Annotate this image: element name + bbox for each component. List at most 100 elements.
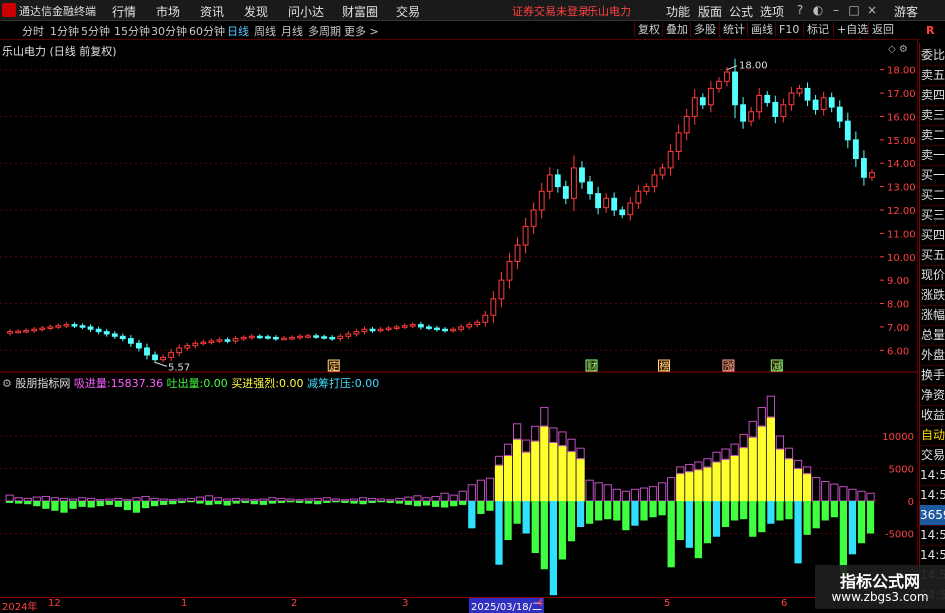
osc-out-bar — [259, 501, 267, 505]
menu-hangqing[interactable]: 行情 — [112, 3, 136, 20]
side-item-24[interactable]: 14:56 — [920, 525, 945, 546]
menu-banmian[interactable]: 版面 — [698, 3, 722, 20]
side-item-4[interactable]: 卖二 — [920, 125, 945, 146]
side-item-20[interactable]: 交易 — [920, 445, 945, 466]
side-item-6[interactable]: 买一 — [920, 165, 945, 186]
menu-jiaoyi[interactable]: 交易 — [396, 3, 420, 20]
period-weekly[interactable]: 周线 — [254, 23, 276, 39]
side-item-2[interactable]: 卖四 — [920, 85, 945, 106]
period-30min[interactable]: 30分钟 — [151, 23, 187, 39]
menu-wenxiaoda[interactable]: 问小达 — [288, 3, 324, 20]
osc-in-bar — [340, 499, 350, 502]
chart-settings-icon[interactable]: ◇ ⚙ — [888, 44, 908, 55]
candle-body — [168, 352, 175, 358]
side-item-13[interactable]: 涨幅 — [920, 305, 945, 326]
side-item-1[interactable]: 卖五 — [920, 65, 945, 86]
side-item-14[interactable]: 总量 — [920, 325, 945, 346]
side-item-19[interactable]: 自动 — [920, 425, 945, 446]
osc-in-bar — [712, 461, 721, 502]
side-item-11[interactable]: 现价 — [920, 265, 945, 286]
candle-body — [651, 174, 658, 188]
maximize-icon[interactable]: □ — [846, 2, 862, 18]
minimize-icon[interactable]: – — [828, 2, 844, 18]
tool-fanhui[interactable]: 返回 — [868, 22, 897, 37]
menu-xuanxiang[interactable]: 选项 — [760, 3, 784, 20]
time-tick: 3 — [402, 598, 409, 609]
side-item-22[interactable]: 14:56 — [920, 485, 945, 506]
price-tick-label: 14.00 — [887, 159, 916, 170]
candle-body — [780, 104, 787, 117]
osc-in-bar — [259, 498, 268, 502]
osc-out-bar — [314, 501, 322, 505]
guest-label[interactable]: 游客 — [894, 3, 918, 20]
menu-caifuquan[interactable]: 财富圈 — [342, 3, 378, 20]
price-tick-label: 17.00 — [887, 89, 916, 100]
side-item-0[interactable]: 委比 — [920, 45, 945, 66]
tool-fuquan[interactable]: 复权 — [634, 22, 663, 37]
menu-zixun[interactable]: 资讯 — [200, 3, 224, 20]
menu-gongshi[interactable]: 公式 — [729, 3, 753, 20]
help-icon[interactable]: ? — [792, 2, 808, 18]
tool-huaxian[interactable]: 画线 — [747, 22, 776, 37]
osc-out-bar — [703, 501, 712, 544]
side-item-8[interactable]: 买三 — [920, 205, 945, 226]
osc-in-outline — [558, 431, 567, 447]
osc-in-outline — [703, 458, 712, 468]
period-fenshi[interactable]: 分时 — [22, 23, 44, 39]
candle-body — [208, 340, 215, 343]
indicator-name[interactable]: 股朋指标网 — [15, 377, 70, 390]
period-15min[interactable]: 15分钟 — [114, 23, 150, 39]
osc-out-bar — [513, 501, 521, 524]
tool-biaoji[interactable]: 标记 — [803, 22, 832, 37]
candle-body — [579, 167, 585, 183]
menu-shichang[interactable]: 市场 — [156, 3, 180, 20]
tool-tongji[interactable]: 统计 — [719, 22, 748, 37]
period-daily[interactable]: 日线 — [227, 23, 249, 39]
candle-body — [329, 336, 336, 340]
osc-out-bar — [486, 501, 494, 511]
menu-gongneng[interactable]: 功能 — [666, 3, 690, 20]
period-5min[interactable]: 5分钟 — [81, 23, 110, 39]
side-item-21[interactable]: 14:56 — [920, 465, 945, 486]
side-item-18[interactable]: 收益 — [920, 405, 945, 426]
side-item-12[interactable]: 涨跌 — [920, 285, 945, 306]
period-more[interactable]: 更多 > — [344, 23, 379, 39]
osc-in-bar — [549, 442, 558, 502]
osc-in-bar — [14, 497, 23, 502]
menu-faxian[interactable]: 发现 — [244, 3, 268, 20]
osc-in-bar — [105, 498, 114, 502]
period-1min[interactable]: 1分钟 — [50, 23, 79, 39]
side-item-7[interactable]: 买二 — [920, 185, 945, 206]
close-icon[interactable]: × — [864, 2, 880, 18]
osc-in-bar — [413, 495, 422, 502]
side-item-17[interactable]: 净资 — [920, 385, 945, 406]
skin-icon[interactable]: ◐ — [810, 2, 826, 18]
indicator-settings-icon[interactable]: ⚙ — [2, 377, 12, 390]
login-status[interactable]: 证券交易未登录 — [512, 3, 589, 19]
price-tick-label: 7.00 — [887, 323, 909, 334]
side-item-25[interactable]: 14:56 — [920, 545, 945, 566]
side-item-5[interactable]: 卖一 — [920, 145, 945, 166]
period-multi[interactable]: 多周期 — [308, 23, 341, 39]
period-monthly[interactable]: 月线 — [281, 23, 303, 39]
osc-out-bar — [33, 501, 41, 507]
tool-f10[interactable]: F10 — [775, 22, 802, 37]
osc-out-bar — [848, 501, 857, 555]
tool-diejia[interactable]: 叠加 — [662, 22, 691, 37]
side-item-10[interactable]: 买五 — [920, 245, 945, 266]
side-item-16[interactable]: 换手 — [920, 365, 945, 386]
kline-chart[interactable]: 18.00 17.00 16.00 15.00 14.00 13.00 12.00 11.00… — [0, 40, 918, 597]
candle-body — [732, 71, 738, 106]
osc-out-bar — [305, 501, 313, 504]
tool-duogu[interactable]: 多股 — [690, 22, 719, 37]
side-item-15[interactable]: 外盘 — [920, 345, 945, 366]
candle-body — [482, 314, 489, 323]
candle-body — [820, 97, 827, 110]
period-60min[interactable]: 60分钟 — [189, 23, 225, 39]
candle-body — [442, 328, 448, 332]
side-item-3[interactable]: 卖三 — [920, 105, 945, 126]
osc-in-bar — [204, 495, 214, 502]
side-item-23[interactable]: 3659 — [920, 505, 945, 526]
tool-zixuan[interactable]: +自选 — [833, 22, 871, 37]
side-item-9[interactable]: 买四 — [920, 225, 945, 246]
